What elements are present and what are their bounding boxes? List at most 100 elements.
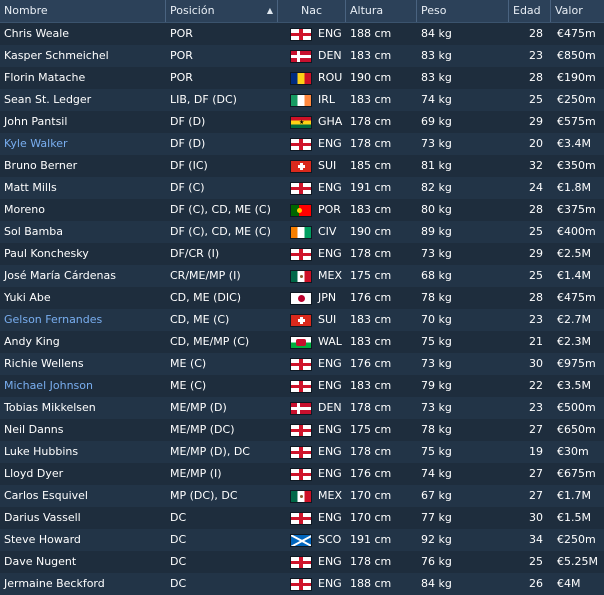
player-name[interactable]: Kyle Walker <box>0 133 166 155</box>
table-row[interactable]: John Pantsil DF (D) ★ GHA 178 cm 69 kg 29 €575m <box>0 111 604 133</box>
table-row[interactable]: Paul Konchesky DF/CR (I) ENG 178 cm 73 kg 29 €… <box>0 243 604 265</box>
eng-flag-icon <box>290 181 312 195</box>
rou-flag-icon <box>290 71 312 85</box>
player-name[interactable]: Tobias Mikkelsen <box>0 397 166 419</box>
table-row[interactable]: Gelson Fernandes CD, ME (C) SUI 183 cm 70 kg… <box>0 309 604 331</box>
player-name[interactable]: Carlos Esquivel <box>0 485 166 507</box>
table-row[interactable]: Andy King CD, ME/MP (C) WAL 183 cm 75 kg 21 €2… <box>0 331 604 353</box>
table-row[interactable]: Bruno Berner DF (IC) SUI 185 cm 81 kg 32 €350m <box>0 155 604 177</box>
column-header-height[interactable]: Altura <box>346 0 417 22</box>
player-name[interactable]: Steve Howard <box>0 529 166 551</box>
player-position: POR <box>170 27 193 40</box>
table-row[interactable]: Sol Bamba DF (C), CD, ME (C) CIV 190 cm 89 k… <box>0 221 604 243</box>
nationality-code: SUI <box>318 313 337 326</box>
player-weight: 81 kg <box>421 159 452 172</box>
player-name[interactable]: Michael Johnson <box>0 375 166 397</box>
table-row[interactable]: Darius Vassell DC ENG 170 cm 77 kg 30 €1.5M <box>0 507 604 529</box>
table-row[interactable]: Richie Wellens ME (C) ENG 176 cm 73 kg 30 €975… <box>0 353 604 375</box>
player-weight: 75 kg <box>421 335 452 348</box>
player-nationality: ENG <box>278 551 346 573</box>
player-height: 176 cm <box>350 357 392 370</box>
table-row[interactable]: Dave Nugent DC ENG 178 cm 76 kg 25 €5.25M <box>0 551 604 573</box>
player-position: DF (C), CD, ME (C) <box>170 203 271 216</box>
player-name[interactable]: Richie Wellens <box>0 353 166 375</box>
player-name[interactable]: José María Cárdenas <box>0 265 166 287</box>
player-name[interactable]: Lloyd Dyer <box>0 463 166 485</box>
eng-flag-icon <box>290 511 312 525</box>
table-row[interactable]: Kyle Walker DF (D) ENG 178 cm 73 kg 20 €3.4M <box>0 133 604 155</box>
player-name[interactable]: Moreno <box>0 199 166 221</box>
player-position: DF (IC) <box>170 159 208 172</box>
player-name[interactable]: Andy King <box>0 331 166 353</box>
table-row[interactable]: Carlos Esquivel MP (DC), DC MEX 170 cm 67 kg… <box>0 485 604 507</box>
column-header-weight[interactable]: Peso <box>417 0 509 22</box>
player-height: 190 cm <box>350 225 392 238</box>
table-row[interactable]: Matt Mills DF (C) ENG 191 cm 82 kg 24 €1.8M <box>0 177 604 199</box>
player-name[interactable]: Kasper Schmeichel <box>0 45 166 67</box>
column-header-age[interactable]: Edad <box>509 0 551 22</box>
player-height: 175 cm <box>350 423 392 436</box>
player-name[interactable]: Florin Matache <box>0 67 166 89</box>
player-name[interactable]: Chris Weale <box>0 23 166 45</box>
player-age: 34 <box>529 533 543 546</box>
player-height: 176 cm <box>350 467 392 480</box>
table-row[interactable]: Neil Danns ME/MP (DC) ENG 175 cm 78 kg 27 €650… <box>0 419 604 441</box>
eng-flag-icon <box>290 577 312 591</box>
player-name[interactable]: Paul Konchesky <box>0 243 166 265</box>
player-name[interactable]: Sol Bamba <box>0 221 166 243</box>
nationality-code: ENG <box>318 555 342 568</box>
player-value: €2.7M <box>557 313 591 326</box>
player-name[interactable]: Neil Danns <box>0 419 166 441</box>
table-row[interactable]: Florin Matache POR ROU 190 cm 83 kg 28 €190m <box>0 67 604 89</box>
column-header-name[interactable]: Nombre <box>0 0 166 22</box>
player-height: 183 cm <box>350 313 392 326</box>
player-name[interactable]: John Pantsil <box>0 111 166 133</box>
table-row[interactable]: Yuki Abe CD, ME (DIC) JPN 176 cm 78 kg 28 €475… <box>0 287 604 309</box>
player-nationality: CIV <box>278 221 346 243</box>
player-name[interactable]: Bruno Berner <box>0 155 166 177</box>
table-row[interactable]: Moreno DF (C), CD, ME (C) POR 183 cm 80 kg 28… <box>0 199 604 221</box>
player-weight: 84 kg <box>421 577 452 590</box>
table-row[interactable]: Steve Howard DC SCO 191 cm 92 kg 34 €250m <box>0 529 604 551</box>
player-name[interactable]: Sean St. Ledger <box>0 89 166 111</box>
column-header-value[interactable]: Valor <box>551 0 604 22</box>
player-nationality: ENG <box>278 573 346 595</box>
table-row[interactable]: Jermaine Beckford DC ENG 188 cm 84 kg 26 €4M <box>0 573 604 595</box>
player-age: 29 <box>529 115 543 128</box>
player-name[interactable]: Dave Nugent <box>0 551 166 573</box>
player-nationality: DEN <box>278 45 346 67</box>
irl-flag-icon <box>290 93 312 107</box>
player-name[interactable]: Jermaine Beckford <box>0 573 166 595</box>
table-row[interactable]: Kasper Schmeichel POR DEN 183 cm 83 kg 23 €850… <box>0 45 604 67</box>
player-position: DF (D) <box>170 115 206 128</box>
table-row[interactable]: Luke Hubbins ME/MP (D), DC ENG 178 cm 75 kg 1… <box>0 441 604 463</box>
table-row[interactable]: Sean St. Ledger LIB, DF (DC) IRL 183 cm 74 k… <box>0 89 604 111</box>
player-height: 191 cm <box>350 533 392 546</box>
player-height: 188 cm <box>350 577 392 590</box>
player-name[interactable]: Matt Mills <box>0 177 166 199</box>
player-name[interactable]: Luke Hubbins <box>0 441 166 463</box>
player-value: €575m <box>557 115 596 128</box>
player-value: €650m <box>557 423 596 436</box>
player-name[interactable]: Yuki Abe <box>0 287 166 309</box>
player-nationality: ENG <box>278 353 346 375</box>
player-name[interactable]: Gelson Fernandes <box>0 309 166 331</box>
player-nationality: MEX <box>278 265 346 287</box>
table-row[interactable]: Tobias Mikkelsen ME/MP (D) DEN 178 cm 73 kg 2… <box>0 397 604 419</box>
column-header-nationality[interactable]: Nac <box>278 0 346 22</box>
nationality-code: ENG <box>318 357 342 370</box>
nationality-code: WAL <box>318 335 342 348</box>
player-age: 25 <box>529 93 543 106</box>
player-name[interactable]: Darius Vassell <box>0 507 166 529</box>
column-header-position[interactable]: Posición ▲ <box>166 0 278 22</box>
table-row[interactable]: Michael Johnson ME (C) ENG 183 cm 79 kg 22 €3.… <box>0 375 604 397</box>
player-value: €2.3M <box>557 335 591 348</box>
table-row[interactable]: José María Cárdenas CR/ME/MP (I) MEX 175 cm… <box>0 265 604 287</box>
eng-flag-icon <box>290 379 312 393</box>
player-position: ME/MP (D), DC <box>170 445 250 458</box>
player-weight: 89 kg <box>421 225 452 238</box>
nationality-code: CIV <box>318 225 337 238</box>
table-row[interactable]: Lloyd Dyer ME/MP (I) ENG 176 cm 74 kg 27 €675m <box>0 463 604 485</box>
player-value: €250m <box>557 93 596 106</box>
table-row[interactable]: Chris Weale POR ENG 188 cm 84 kg 28 €475m <box>0 23 604 45</box>
